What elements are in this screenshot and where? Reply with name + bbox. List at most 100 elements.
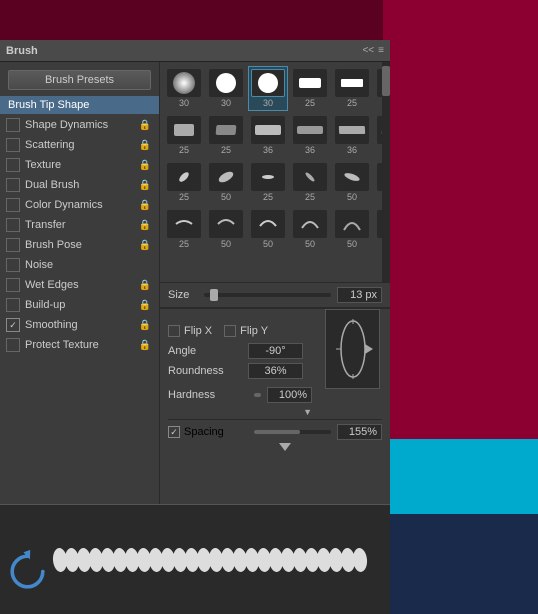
protect-texture-lock: 🔒 — [139, 340, 151, 351]
brush-item[interactable]: 50 — [206, 207, 246, 252]
sidebar-item-transfer[interactable]: Transfer 🔒 — [0, 215, 159, 235]
brush-pose-label: Brush Pose — [25, 239, 139, 251]
roundness-input[interactable] — [248, 363, 303, 379]
brush-item[interactable]: 30 — [206, 66, 246, 111]
brush-item[interactable]: 25 — [164, 160, 204, 205]
brush-item[interactable]: 25 — [248, 160, 288, 205]
sidebar-item-smoothing[interactable]: ✓ Smoothing 🔒 — [0, 315, 159, 335]
panel-header: Brush << ≡ — [0, 40, 390, 62]
panel-collapse-btn[interactable]: << — [362, 45, 374, 56]
flip-x-checkbox[interactable] — [168, 325, 180, 337]
spacing-thumb-area — [168, 440, 382, 451]
brush-item[interactable]: 25 — [164, 113, 204, 158]
sidebar-item-texture[interactable]: Texture 🔒 — [0, 155, 159, 175]
sidebar-item-build-up[interactable]: Build-up 🔒 — [0, 295, 159, 315]
angle-input[interactable] — [248, 343, 303, 359]
spacing-row: ✓ Spacing — [168, 424, 382, 440]
protect-texture-label: Protect Texture — [25, 339, 139, 351]
build-up-checkbox[interactable] — [6, 298, 20, 312]
brush-item[interactable]: 50 — [206, 160, 246, 205]
texture-label: Texture — [25, 159, 139, 171]
brush-item-selected[interactable]: 30 — [248, 66, 288, 111]
flip-row: Flip X Flip Y — [168, 325, 382, 337]
sidebar-item-wet-edges[interactable]: Wet Edges 🔒 — [0, 275, 159, 295]
hardness-slider[interactable] — [254, 393, 261, 397]
texture-lock: 🔒 — [139, 160, 151, 171]
smoothing-checkbox[interactable]: ✓ — [6, 318, 20, 332]
brush-item[interactable]: 30 — [164, 66, 204, 111]
brush-item[interactable]: 36 — [332, 113, 372, 158]
spacing-value[interactable] — [337, 424, 382, 440]
shape-dynamics-checkbox[interactable] — [6, 118, 20, 132]
spacing-label: Spacing — [184, 426, 224, 438]
brush-item[interactable]: 25 — [290, 160, 330, 205]
flip-x-label: Flip X — [184, 325, 212, 337]
brush-item[interactable]: 50 — [332, 207, 372, 252]
color-dynamics-lock: 🔒 — [139, 200, 151, 211]
scattering-lock: 🔒 — [139, 140, 151, 151]
brush-item[interactable]: 50 — [290, 207, 330, 252]
brush-preview-area — [0, 504, 390, 614]
sidebar-item-color-dynamics[interactable]: Color Dynamics 🔒 — [0, 195, 159, 215]
panel-menu-btn[interactable]: ≡ — [378, 45, 384, 56]
hardness-value[interactable] — [267, 387, 312, 403]
flip-y-item: Flip Y — [224, 325, 268, 337]
build-up-lock: 🔒 — [139, 300, 151, 311]
brush-shape-preview — [325, 309, 380, 389]
size-row: Size 13 px — [160, 282, 390, 308]
noise-checkbox[interactable] — [6, 258, 20, 272]
color-dynamics-checkbox[interactable] — [6, 198, 20, 212]
brush-tip-shape-button[interactable]: Brush Tip Shape — [0, 96, 159, 114]
roundness-label: Roundness — [168, 365, 248, 377]
sidebar-item-protect-texture[interactable]: Protect Texture 🔒 — [0, 335, 159, 355]
sidebar-item-brush-pose[interactable]: Brush Pose 🔒 — [0, 235, 159, 255]
brush-item[interactable]: 25 — [164, 207, 204, 252]
hardness-label: Hardness — [168, 389, 248, 401]
dual-brush-label: Dual Brush — [25, 179, 139, 191]
smoothing-label: Smoothing — [25, 319, 139, 331]
brush-grid: 30 30 30 — [160, 62, 390, 282]
wet-edges-label: Wet Edges — [25, 279, 139, 291]
sidebar-item-dual-brush[interactable]: Dual Brush 🔒 — [0, 175, 159, 195]
transfer-lock: 🔒 — [139, 220, 151, 231]
sidebar-item-scattering[interactable]: Scattering 🔒 — [0, 135, 159, 155]
brush-stroke-preview — [40, 540, 380, 580]
protect-texture-checkbox[interactable] — [6, 338, 20, 352]
transfer-label: Transfer — [25, 219, 139, 231]
panel-title: Brush — [6, 45, 38, 57]
flip-x-item: Flip X — [168, 325, 212, 337]
brush-item[interactable]: 50 — [248, 207, 288, 252]
spacing-checkbox[interactable]: ✓ — [168, 426, 180, 438]
transfer-checkbox[interactable] — [6, 218, 20, 232]
flip-y-label: Flip Y — [240, 325, 268, 337]
size-slider[interactable] — [204, 293, 331, 297]
brush-item[interactable]: 25 — [206, 113, 246, 158]
dual-brush-checkbox[interactable] — [6, 178, 20, 192]
spacing-slider-thumb-icon — [279, 443, 291, 451]
wet-edges-lock: 🔒 — [139, 280, 151, 291]
brush-pose-checkbox[interactable] — [6, 238, 20, 252]
size-slider-thumb[interactable] — [210, 289, 218, 301]
undo-icon[interactable] — [5, 549, 50, 594]
wet-edges-checkbox[interactable] — [6, 278, 20, 292]
brush-item[interactable]: 25 — [290, 66, 330, 111]
brush-item[interactable]: 25 — [332, 66, 372, 111]
brush-item[interactable]: 50 — [332, 160, 372, 205]
brush-item[interactable]: 36 — [248, 113, 288, 158]
spacing-checkbox-label: ✓ Spacing — [168, 426, 248, 438]
noise-label: Noise — [25, 259, 151, 271]
brush-item[interactable]: 36 — [290, 113, 330, 158]
brush-presets-button[interactable]: Brush Presets — [8, 70, 151, 90]
shape-dynamics-lock: 🔒 — [139, 120, 151, 131]
shape-dynamics-label: Shape Dynamics — [25, 119, 139, 131]
size-label: Size — [168, 289, 198, 301]
sidebar-item-shape-dynamics[interactable]: Shape Dynamics 🔒 — [0, 115, 159, 135]
texture-checkbox[interactable] — [6, 158, 20, 172]
size-value[interactable]: 13 px — [337, 287, 382, 303]
dual-brush-lock: 🔒 — [139, 180, 151, 191]
color-dynamics-label: Color Dynamics — [25, 199, 139, 211]
flip-y-checkbox[interactable] — [224, 325, 236, 337]
sidebar-item-noise[interactable]: Noise — [0, 255, 159, 275]
scattering-checkbox[interactable] — [6, 138, 20, 152]
spacing-slider[interactable] — [254, 430, 331, 434]
